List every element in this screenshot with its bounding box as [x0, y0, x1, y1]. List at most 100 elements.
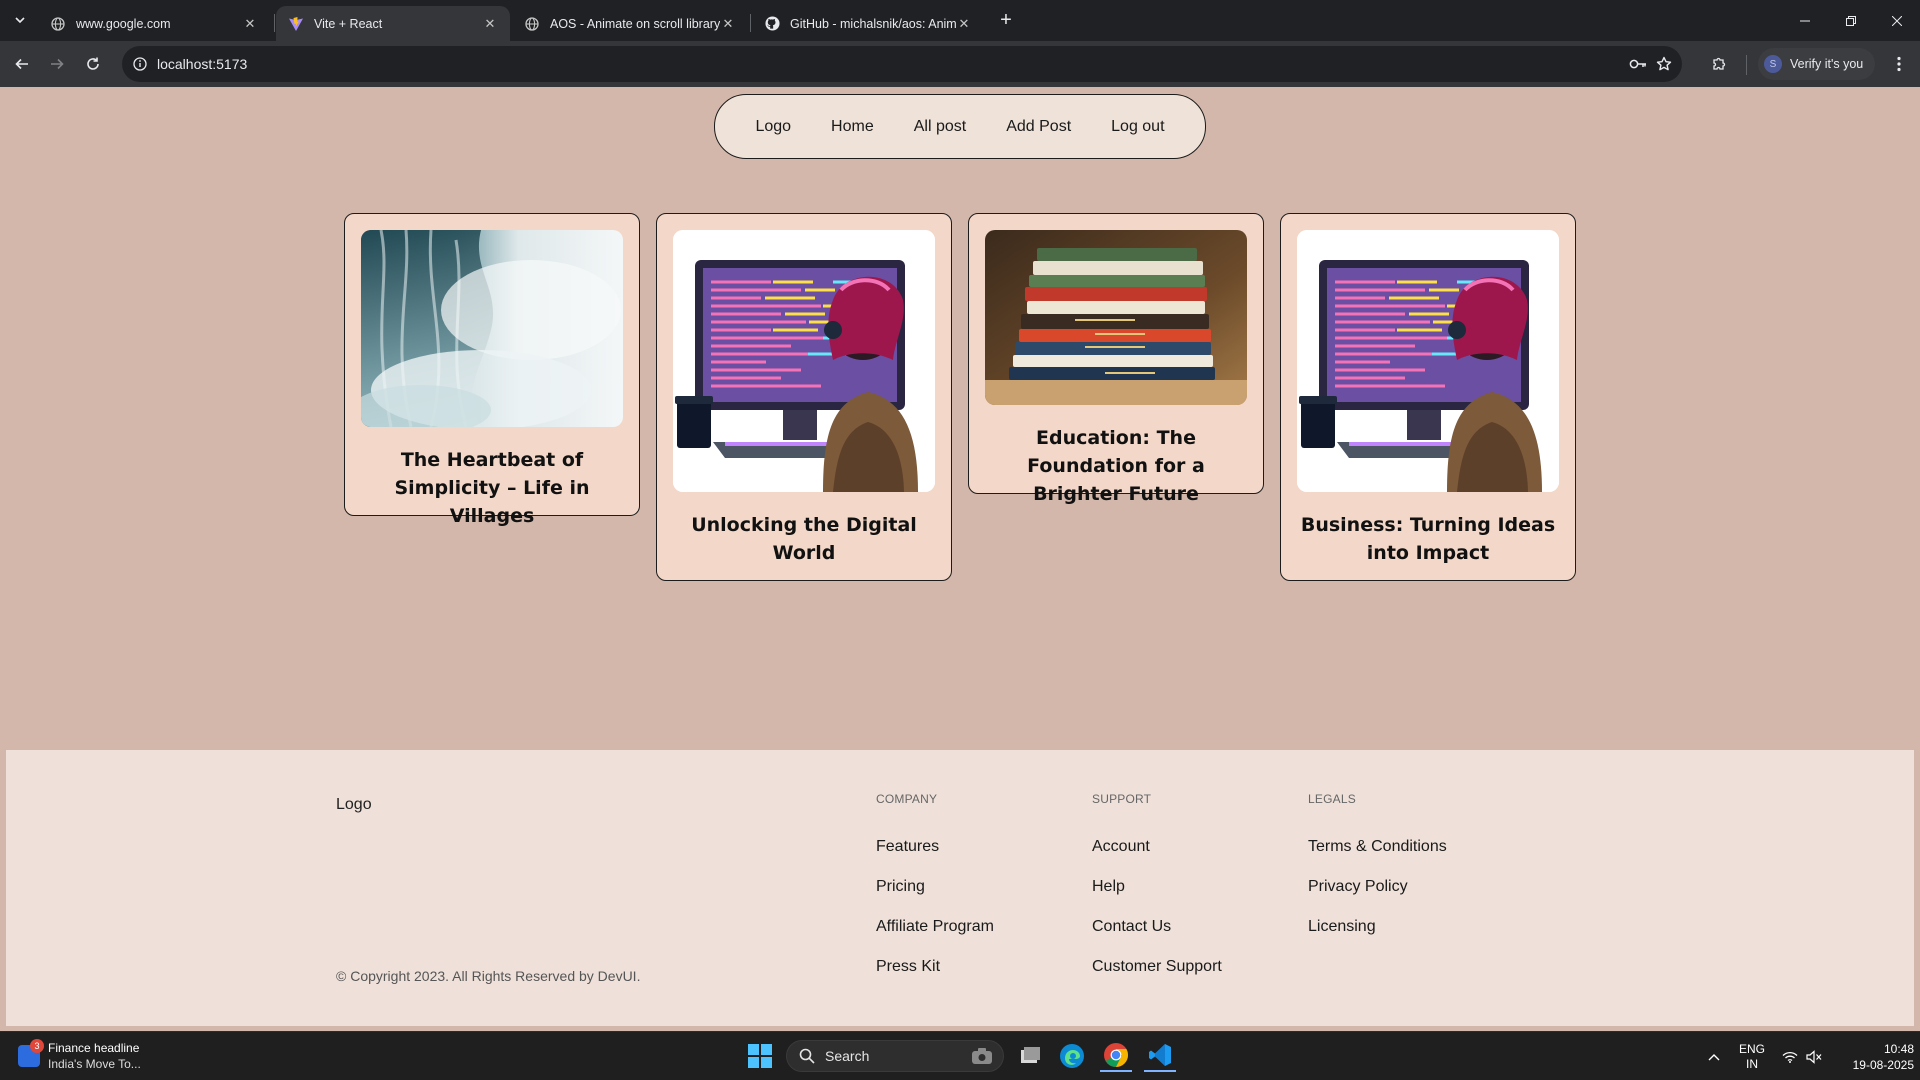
- post-card[interactable]: The Heartbeat of Simplicity – Life in Vi…: [344, 213, 640, 527]
- close-icon[interactable]: ✕: [482, 16, 498, 32]
- footer-link[interactable]: Features: [876, 838, 939, 856]
- profile-button[interactable]: S Verify it's you: [1758, 48, 1876, 80]
- nav-add-post[interactable]: Add Post: [986, 118, 1091, 136]
- start-button[interactable]: [748, 1044, 772, 1068]
- post-image-books: [985, 230, 1247, 405]
- show-hidden-icons[interactable]: [1702, 1032, 1726, 1080]
- vite-icon: [288, 16, 304, 32]
- copyright-text: © Copyright 2023. All Rights Reserved by…: [336, 968, 641, 984]
- post-title: Business: Turning Ideas into Impact: [1300, 514, 1556, 564]
- nav-log-out[interactable]: Log out: [1091, 118, 1184, 136]
- globe-icon: [524, 16, 540, 32]
- clock-date: 19-08-2025: [1852, 1057, 1914, 1072]
- reload-icon: [87, 57, 99, 70]
- post-title: The Heartbeat of Simplicity – Life in Vi…: [394, 449, 590, 527]
- tab-title: GitHub - michalsnik/aos: Anima: [790, 16, 956, 31]
- bookmark-star-icon[interactable]: [1654, 54, 1674, 74]
- site-info-icon[interactable]: [130, 54, 150, 74]
- footer-link[interactable]: Customer Support: [1092, 958, 1222, 976]
- post-card[interactable]: Business: Turning Ideas into Impact: [1280, 213, 1576, 581]
- news-icon: 3: [18, 1039, 44, 1067]
- post-title: Education: The Foundation for a Brighter…: [1027, 427, 1205, 505]
- chrome-app[interactable]: [1100, 1040, 1132, 1072]
- search-icon: [799, 1048, 815, 1064]
- close-icon[interactable]: ✕: [242, 16, 258, 32]
- nav-all-post[interactable]: All post: [894, 118, 986, 136]
- task-view-button[interactable]: [1014, 1040, 1046, 1072]
- browser-menu-button[interactable]: [1888, 53, 1910, 75]
- vscode-icon: [1149, 1044, 1171, 1066]
- post-image-coder: [1297, 230, 1559, 492]
- footer-link[interactable]: Pricing: [876, 878, 925, 896]
- clock[interactable]: 10:48 19-08-2025: [1832, 1032, 1914, 1080]
- chrome-icon: [1104, 1043, 1128, 1067]
- toolbar-divider: [1746, 55, 1747, 75]
- extensions-button[interactable]: [1708, 53, 1730, 75]
- footer-link[interactable]: Contact Us: [1092, 918, 1171, 936]
- network-status[interactable]: [1778, 1032, 1802, 1080]
- edge-app[interactable]: [1056, 1040, 1088, 1072]
- close-icon: [1892, 15, 1902, 26]
- minimize-button[interactable]: [1782, 0, 1828, 41]
- chevron-up-icon: [1708, 1053, 1720, 1060]
- tab-github[interactable]: GitHub - michalsnik/aos: Anima ✕: [752, 6, 984, 41]
- arrow-right-icon: [51, 58, 64, 70]
- tab-aos[interactable]: AOS - Animate on scroll library ✕: [512, 6, 748, 41]
- tab-google[interactable]: www.google.com ✕: [38, 6, 270, 41]
- news-widget[interactable]: 3 Finance headline India's Move To...: [18, 1039, 141, 1072]
- nav-logo[interactable]: Logo: [735, 118, 811, 136]
- language-indicator[interactable]: ENG IN: [1728, 1032, 1776, 1080]
- tab-vite-react[interactable]: Vite + React ✕: [276, 6, 510, 41]
- post-image-coder: [673, 230, 935, 492]
- edge-icon: [1060, 1044, 1084, 1068]
- camera-icon: [972, 1048, 992, 1064]
- new-tab-button[interactable]: +: [994, 8, 1018, 32]
- close-icon[interactable]: ✕: [956, 16, 972, 32]
- footer-logo[interactable]: Logo: [336, 796, 372, 814]
- volume-mute-icon: [1806, 1049, 1822, 1064]
- footer-link[interactable]: Account: [1092, 838, 1150, 856]
- post-card[interactable]: Education: The Foundation for a Brighter…: [968, 213, 1264, 505]
- restore-button[interactable]: [1828, 0, 1874, 41]
- windows-logo-icon: [748, 1044, 772, 1068]
- tab-title: AOS - Animate on scroll library: [550, 16, 720, 31]
- password-key-icon[interactable]: [1628, 54, 1648, 74]
- back-button[interactable]: [9, 51, 35, 77]
- address-bar[interactable]: localhost:5173: [122, 46, 1682, 82]
- globe-icon: [50, 16, 66, 32]
- footer-link[interactable]: Licensing: [1308, 918, 1376, 936]
- puzzle-icon: [1713, 57, 1726, 70]
- region-code: IN: [1746, 1056, 1758, 1071]
- volume-status[interactable]: [1802, 1032, 1826, 1080]
- nav-home[interactable]: Home: [811, 118, 894, 136]
- reload-button[interactable]: [80, 51, 106, 77]
- footer-link[interactable]: Press Kit: [876, 958, 940, 976]
- footer-link[interactable]: Help: [1092, 878, 1125, 896]
- footer-column-company: COMPANY Features Pricing Affiliate Progr…: [876, 792, 994, 975]
- post-image-waterfall: [361, 230, 623, 427]
- tab-divider: [274, 14, 275, 32]
- close-window-button[interactable]: [1874, 0, 1920, 41]
- post-title: Unlocking the Digital World: [691, 514, 917, 564]
- avatar: S: [1764, 55, 1782, 73]
- taskbar-search[interactable]: Search: [786, 1040, 1004, 1072]
- footer-heading: LEGALS: [1308, 792, 1356, 806]
- minimize-icon: [1800, 20, 1810, 21]
- more-vertical-icon: [1897, 56, 1901, 72]
- wifi-icon: [1782, 1051, 1798, 1063]
- close-icon[interactable]: ✕: [720, 16, 736, 32]
- tab-search-button[interactable]: [8, 8, 32, 32]
- profile-label: Verify it's you: [1790, 57, 1864, 71]
- language-code: ENG: [1738, 1041, 1765, 1056]
- forward-button[interactable]: [44, 51, 70, 77]
- post-card[interactable]: Unlocking the Digital World: [656, 213, 952, 581]
- tab-title: Vite + React: [314, 16, 383, 31]
- footer-link[interactable]: Terms & Conditions: [1308, 838, 1447, 856]
- windows-taskbar: 3 Finance headline India's Move To... Se…: [0, 1031, 1920, 1080]
- footer-link[interactable]: Privacy Policy: [1308, 878, 1408, 896]
- search-label: Search: [825, 1048, 870, 1064]
- vscode-app[interactable]: [1144, 1040, 1176, 1072]
- task-view-icon: [1021, 1047, 1040, 1063]
- site-footer: Logo © Copyright 2023. All Rights Reserv…: [6, 750, 1914, 1026]
- footer-link[interactable]: Affiliate Program: [876, 918, 994, 936]
